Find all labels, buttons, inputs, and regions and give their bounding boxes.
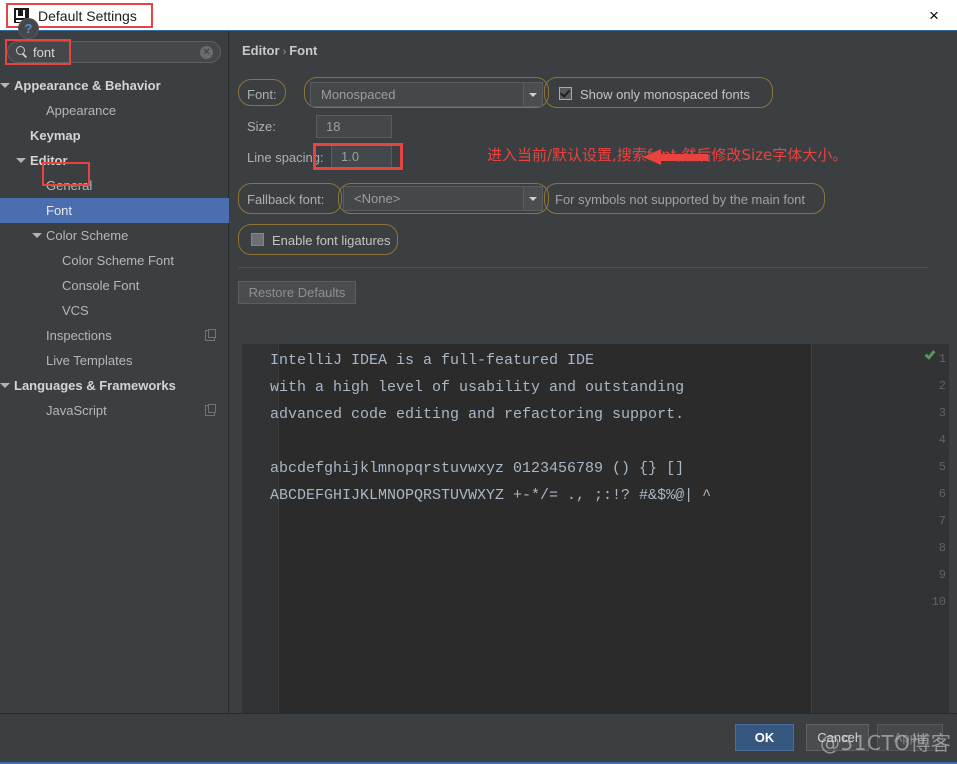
help-icon[interactable]: ? <box>18 18 39 39</box>
sidebar-item-console-font[interactable]: Console Font <box>0 273 229 298</box>
enable-font-ligatures-checkbox[interactable] <box>251 233 264 246</box>
sidebar-item-appearance-behavior[interactable]: Appearance & Behavior <box>0 73 229 98</box>
dialog-body: font ✕ Appearance & Behavior Appearance Ke… <box>0 31 957 727</box>
sidebar-item-label: Color Scheme Font <box>62 253 174 268</box>
sidebar-item-label: Languages & Frameworks <box>14 378 176 393</box>
chevron-down-icon[interactable] <box>16 156 26 166</box>
sidebar-item-languages-frameworks[interactable]: Languages & Frameworks <box>0 373 229 398</box>
line-number: 9 <box>938 568 946 582</box>
restore-defaults-button[interactable]: Restore Defaults <box>238 281 356 304</box>
line-spacing-value: 1.0 <box>341 149 360 164</box>
sidebar-item-label: JavaScript <box>46 403 107 418</box>
editor-fold-strip <box>268 344 279 727</box>
sidebar-item-label: Appearance & Behavior <box>14 78 161 93</box>
breadcrumb-leaf: Font <box>289 43 318 58</box>
breadcrumb-separator-icon: › <box>282 46 287 58</box>
search-input[interactable]: font ✕ <box>7 41 221 63</box>
line-number: 7 <box>938 514 946 528</box>
line-number: 3 <box>938 406 946 420</box>
fallback-font-value: <None> <box>354 191 401 206</box>
sidebar-item-inspections[interactable]: Inspections <box>0 323 229 348</box>
clear-search-icon[interactable]: ✕ <box>200 46 213 59</box>
search-field-group[interactable]: font ✕ <box>7 41 221 63</box>
chevron-down-icon[interactable] <box>0 381 10 391</box>
chevron-down-icon[interactable] <box>523 83 542 106</box>
search-input-value: font <box>33 45 55 60</box>
font-family-value: Monospaced <box>321 87 396 102</box>
fallback-font-combobox[interactable]: <None> <box>343 186 543 211</box>
font-size-input[interactable]: 18 <box>316 115 392 138</box>
line-spacing-input[interactable]: 1.0 <box>331 145 392 168</box>
editor-gutter <box>242 344 268 727</box>
sidebar-item-color-scheme[interactable]: Color Scheme <box>0 223 229 248</box>
preview-code-line: ABCDEFGHIJKLMNOPQRSTUVWXYZ +-*/= ., ;:!?… <box>270 487 712 504</box>
show-only-monospaced-label: Show only monospaced fonts <box>580 87 750 102</box>
preview-code-line: advanced code editing and refactoring su… <box>270 406 685 423</box>
copy-settings-icon[interactable] <box>205 329 216 341</box>
sidebar-item-label: VCS <box>62 303 89 318</box>
font-size-value: 18 <box>326 119 341 134</box>
sidebar-item-keymap[interactable]: Keymap <box>0 123 229 148</box>
enable-font-ligatures-label: Enable font ligatures <box>272 233 391 248</box>
show-only-monospaced-checkbox[interactable] <box>559 87 572 100</box>
sidebar-item-javascript[interactable]: JavaScript <box>0 398 229 423</box>
line-number: 4 <box>938 433 946 447</box>
sidebar-item-live-templates[interactable]: Live Templates <box>0 348 229 373</box>
sidebar-item-label: Color Scheme <box>46 228 129 243</box>
sidebar-item-color-scheme-font[interactable]: Color Scheme Font <box>0 248 229 273</box>
settings-dialog: Default Settings × font ✕ Appearance & B… <box>0 0 957 764</box>
copy-settings-icon[interactable] <box>205 404 216 416</box>
divider <box>238 267 928 268</box>
chevron-down-icon[interactable] <box>523 187 542 210</box>
sidebar-item-label: General <box>46 178 93 193</box>
sidebar-item-label: Font <box>46 203 73 218</box>
sidebar-item-label: Appearance <box>46 103 117 118</box>
sidebar-item-label: Inspections <box>46 328 112 343</box>
sidebar-item-font[interactable]: Font <box>0 198 229 223</box>
line-number: 2 <box>938 379 946 393</box>
sidebar-item-vcs[interactable]: VCS <box>0 298 229 323</box>
sidebar-item-label: Keymap <box>30 128 81 143</box>
search-icon <box>16 46 29 59</box>
preview-code-line: IntelliJ IDEA is a full-featured IDE <box>270 352 595 369</box>
fallback-font-hint: For symbols not supported by the main fo… <box>555 192 806 207</box>
font-family-combobox[interactable]: Monospaced <box>310 82 543 107</box>
breadcrumb: Editor › Font <box>242 43 317 58</box>
editor-right-strip <box>811 344 949 727</box>
line-number: 6 <box>938 487 946 501</box>
preview-code-line: with a high level of usability and outst… <box>270 379 685 396</box>
line-number: 10 <box>931 595 946 609</box>
chevron-down-icon[interactable] <box>32 231 42 241</box>
title-bar: Default Settings × <box>0 0 957 31</box>
line-number: 5 <box>938 460 946 474</box>
line-number: 1 <box>938 352 946 366</box>
sidebar-item-general[interactable]: General <box>0 173 229 198</box>
settings-sidebar: font ✕ Appearance & Behavior Appearance Ke… <box>0 31 229 713</box>
ok-button[interactable]: OK <box>735 724 794 751</box>
font-preview-editor[interactable]: 1 2 3 4 5 6 7 8 9 10 IntelliJ IDEA is a full-feat… <box>242 344 949 727</box>
line-number: 8 <box>938 541 946 555</box>
breadcrumb-root[interactable]: Editor <box>242 43 280 58</box>
window-title: Default Settings <box>38 7 137 24</box>
close-icon[interactable]: × <box>911 0 957 30</box>
watermark: @51CTO博客 <box>820 731 952 755</box>
fallback-font-label: Fallback font: <box>247 192 325 207</box>
sidebar-item-label: Editor <box>30 153 68 168</box>
sidebar-item-editor[interactable]: Editor <box>0 148 229 173</box>
annotation-text: 进入当前/默认设置,搜索font,然后修改Size字体大小。 <box>487 146 848 164</box>
sidebar-item-label: Console Font <box>62 278 140 293</box>
preview-code-line: abcdefghijklmnopqrstuvwxyz 0123456789 ()… <box>270 460 685 477</box>
line-spacing-label: Line spacing: <box>247 150 324 165</box>
sidebar-item-label: Live Templates <box>46 353 133 368</box>
settings-tree: Appearance & Behavior Appearance Keymap Edi… <box>0 73 229 423</box>
sidebar-item-appearance[interactable]: Appearance <box>0 98 229 123</box>
chevron-down-icon[interactable] <box>0 81 10 91</box>
size-label: Size: <box>247 119 276 134</box>
font-label: Font: <box>247 87 277 102</box>
